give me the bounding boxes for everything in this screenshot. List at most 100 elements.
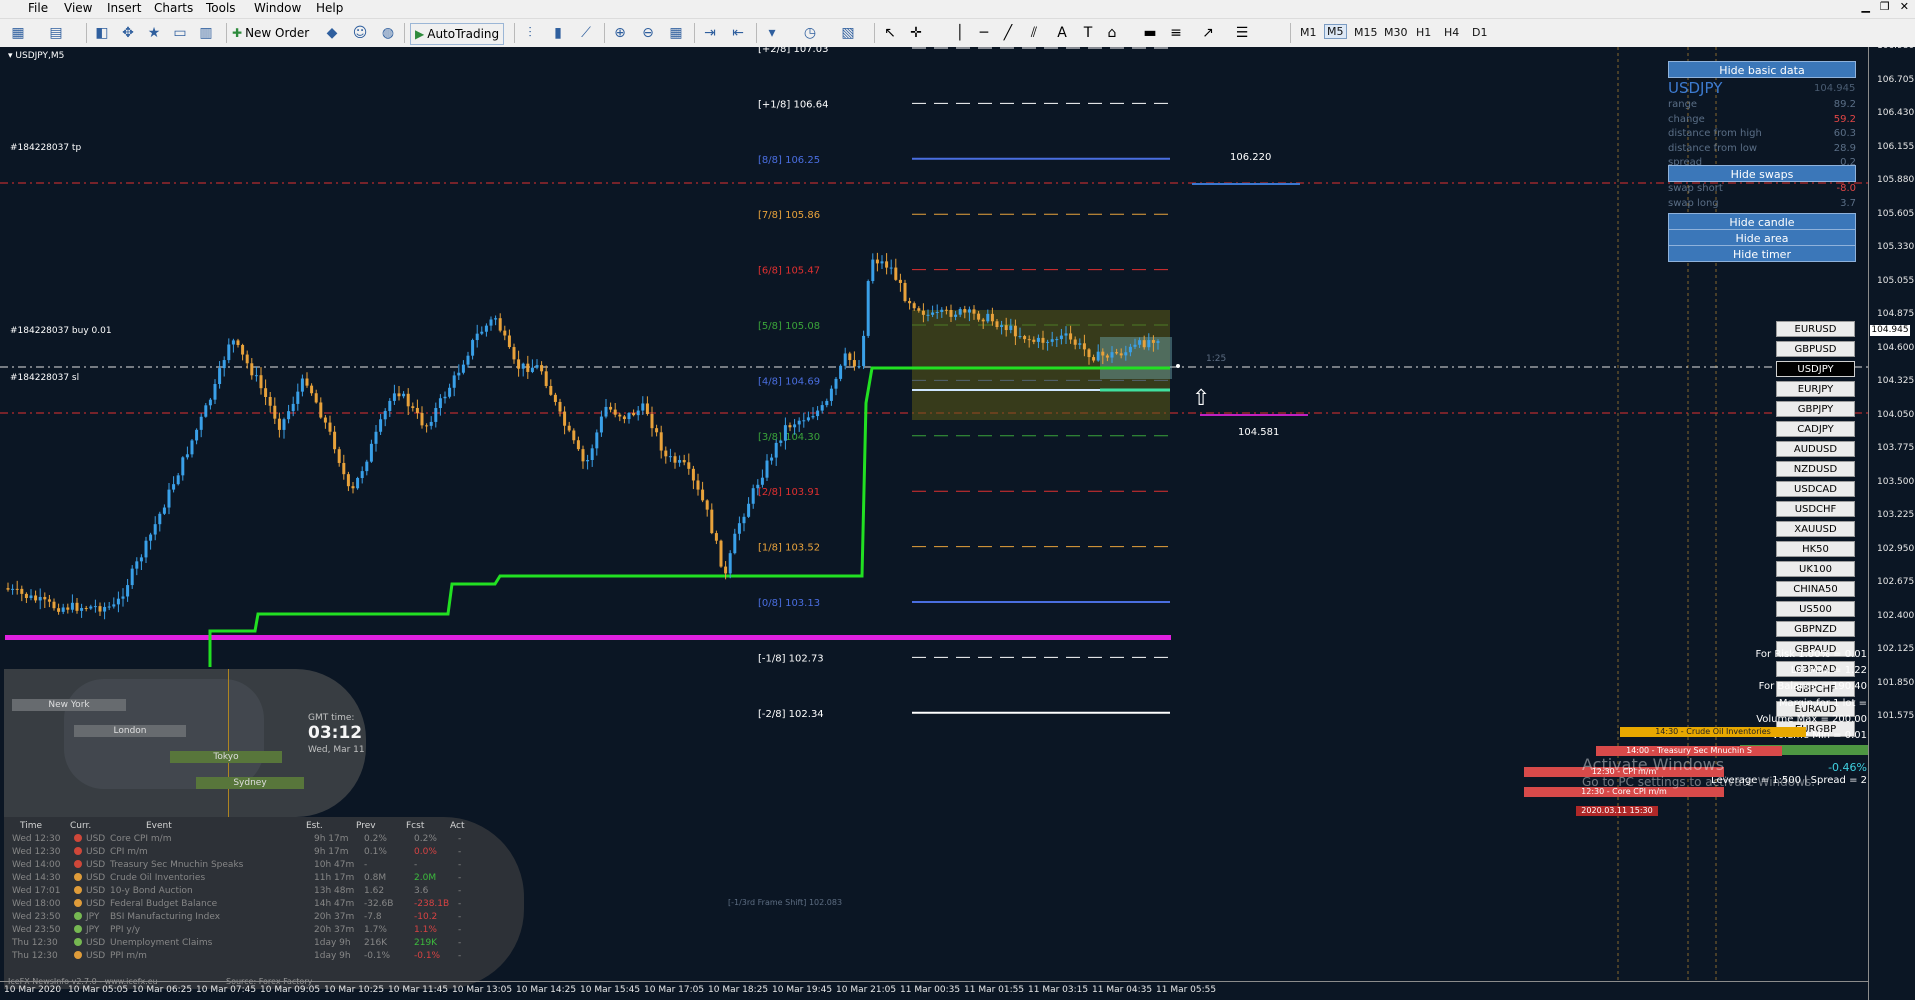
symbol-button-usdcad[interactable]: USDCAD (1776, 481, 1855, 497)
news-curr: USD (86, 951, 106, 961)
tile-windows-icon[interactable]: ▦ (666, 23, 686, 43)
news-event: Federal Budget Balance (110, 899, 218, 909)
hide-swaps-button[interactable]: Hide swaps (1668, 165, 1856, 182)
event-time-tag: 2020.03.11 15:30 (1576, 806, 1658, 816)
candle-body (1096, 351, 1100, 361)
time-tick-label: 11 Mar 01:55 (964, 985, 1025, 995)
channel-icon[interactable]: ⫽ (1024, 23, 1044, 43)
price-tick-label: 104.050 (1877, 409, 1915, 420)
tester-icon[interactable]: ▥ (196, 23, 216, 43)
menu-file[interactable]: File (28, 1, 48, 15)
candle-body (57, 608, 61, 612)
tf-m5[interactable]: M5 (1324, 24, 1347, 39)
hide-candle-button[interactable]: Hide candle (1668, 213, 1856, 230)
symbol-button-nzdusd[interactable]: NZDUSD (1776, 461, 1855, 477)
bar-chart-icon[interactable]: ⫶ (520, 23, 540, 43)
new-chart-icon[interactable]: ▦ (8, 23, 28, 43)
market-watch-icon[interactable]: ◧ (92, 23, 112, 43)
chart-shift-icon[interactable]: ⇥ (700, 23, 720, 43)
text-icon[interactable]: A (1052, 23, 1072, 43)
symbol-button-gbpjpy[interactable]: GBPJPY (1776, 401, 1855, 417)
news-fcst: 0.2% (414, 834, 437, 844)
cursor-icon[interactable]: ↖ (880, 23, 900, 43)
crosshair-icon[interactable]: ✛ (906, 23, 926, 43)
news-prev: 1.62 (364, 886, 385, 896)
signals-icon[interactable]: ◍ (378, 23, 398, 43)
news-fcst: -10.2 (414, 912, 438, 922)
vertical-line-icon[interactable]: │ (950, 23, 970, 43)
text-label-icon[interactable]: T (1078, 23, 1098, 43)
autoscroll-icon[interactable]: ⇤ (728, 23, 748, 43)
candle-body (24, 593, 28, 599)
candle-body (512, 347, 516, 360)
hide-basic-data-button[interactable]: Hide basic data (1668, 61, 1856, 78)
line-chart-icon[interactable]: ⟋ (576, 23, 596, 43)
symbol-button-cadjpy[interactable]: CADJPY (1776, 421, 1855, 437)
candle-body (866, 281, 870, 336)
hide-area-button[interactable]: Hide area (1668, 229, 1856, 246)
menu-window[interactable]: Window (254, 1, 301, 15)
arrow-tools-icon[interactable]: ↗ (1198, 23, 1218, 43)
navigator-icon[interactable]: ★ (144, 23, 164, 43)
symbol-button-us500[interactable]: US500 (1776, 601, 1855, 617)
symbol-button-eurjpy[interactable]: EURJPY (1776, 381, 1855, 397)
candle-body (940, 309, 944, 312)
hide-timer-button[interactable]: Hide timer (1668, 245, 1856, 262)
candlestick-icon[interactable]: ▮ (548, 23, 568, 43)
arrows-icon[interactable]: ⌂ (1102, 23, 1122, 43)
menu-view[interactable]: View (64, 1, 92, 15)
menu-insert[interactable]: Insert (107, 1, 141, 15)
candle-body (678, 460, 682, 463)
tf-m1[interactable]: M1 (1300, 26, 1317, 39)
menu-help[interactable]: Help (316, 1, 343, 15)
data-window-icon[interactable]: ✥ (118, 23, 138, 43)
symbol-button-xauusd[interactable]: XAUUSD (1776, 521, 1855, 537)
more-tools-icon[interactable]: ☰ (1232, 23, 1252, 43)
candle-body (333, 431, 337, 450)
tf-m30[interactable]: M30 (1384, 26, 1408, 39)
symbol-button-gbpnzd[interactable]: GBPNZD (1776, 621, 1855, 637)
candle-body (61, 607, 65, 612)
symbol-button-usdchf[interactable]: USDCHF (1776, 501, 1855, 517)
tf-h4[interactable]: H4 (1444, 26, 1459, 39)
minimize-icon[interactable]: ▁ (1861, 0, 1869, 18)
horizontal-line-icon[interactable]: ─ (974, 23, 994, 43)
zoom-out-icon[interactable]: ⊖ (638, 23, 658, 43)
close-icon[interactable]: ✕ (1900, 0, 1909, 18)
zoom-in-icon[interactable]: ⊕ (610, 23, 630, 43)
terminal-icon[interactable]: ▭ (170, 23, 190, 43)
templates-icon[interactable]: ▧ (838, 23, 858, 43)
candle-body (816, 410, 820, 417)
restore-icon[interactable]: ❐ (1880, 0, 1890, 18)
symbol-button-usdjpy[interactable]: USDJPY (1776, 361, 1855, 377)
candle-body (576, 440, 580, 450)
candle-body (765, 460, 769, 478)
metaeditor-icon[interactable]: ◆ (322, 23, 342, 43)
tf-m15[interactable]: M15 (1354, 26, 1378, 39)
indicators-icon[interactable]: ▾ (762, 23, 782, 43)
autotrading-button[interactable]: ▶ AutoTrading (410, 23, 505, 45)
symbol-button-china50[interactable]: CHINA50 (1776, 581, 1855, 597)
menu-tools[interactable]: Tools (206, 1, 236, 15)
symbol-button-gbpusd[interactable]: GBPUSD (1776, 341, 1855, 357)
candle-body (130, 568, 134, 586)
expert-icon[interactable]: ☺ (350, 23, 370, 43)
symbol-button-eurusd[interactable]: EURUSD (1776, 321, 1855, 337)
session-sydney: Sydney (196, 777, 304, 789)
candle-body (190, 440, 194, 455)
tf-h1[interactable]: H1 (1416, 26, 1431, 39)
trendline-icon[interactable]: ╱ (998, 23, 1018, 43)
periods-icon[interactable]: ◷ (800, 23, 820, 43)
price-chart[interactable]: [+2/8] 107.03 [+1/8] 106.64 [8/8] 106.25 [7… (0, 47, 1915, 1000)
symbol-button-uk100[interactable]: UK100 (1776, 561, 1855, 577)
symbol-button-hk50[interactable]: HK50 (1776, 541, 1855, 557)
tf-d1[interactable]: D1 (1472, 26, 1487, 39)
symbol-button-audusd[interactable]: AUDUSD (1776, 441, 1855, 457)
profiles-icon[interactable]: ▤ (46, 23, 66, 43)
impact-dot-icon (74, 951, 82, 959)
menu-charts[interactable]: Charts (154, 1, 193, 15)
fibo-icon[interactable]: ≡ (1166, 23, 1186, 43)
new-order-button[interactable]: ✚ New Order (232, 23, 309, 43)
rectangle-icon[interactable]: ▬ (1140, 23, 1160, 43)
news-curr: JPY (86, 925, 100, 935)
